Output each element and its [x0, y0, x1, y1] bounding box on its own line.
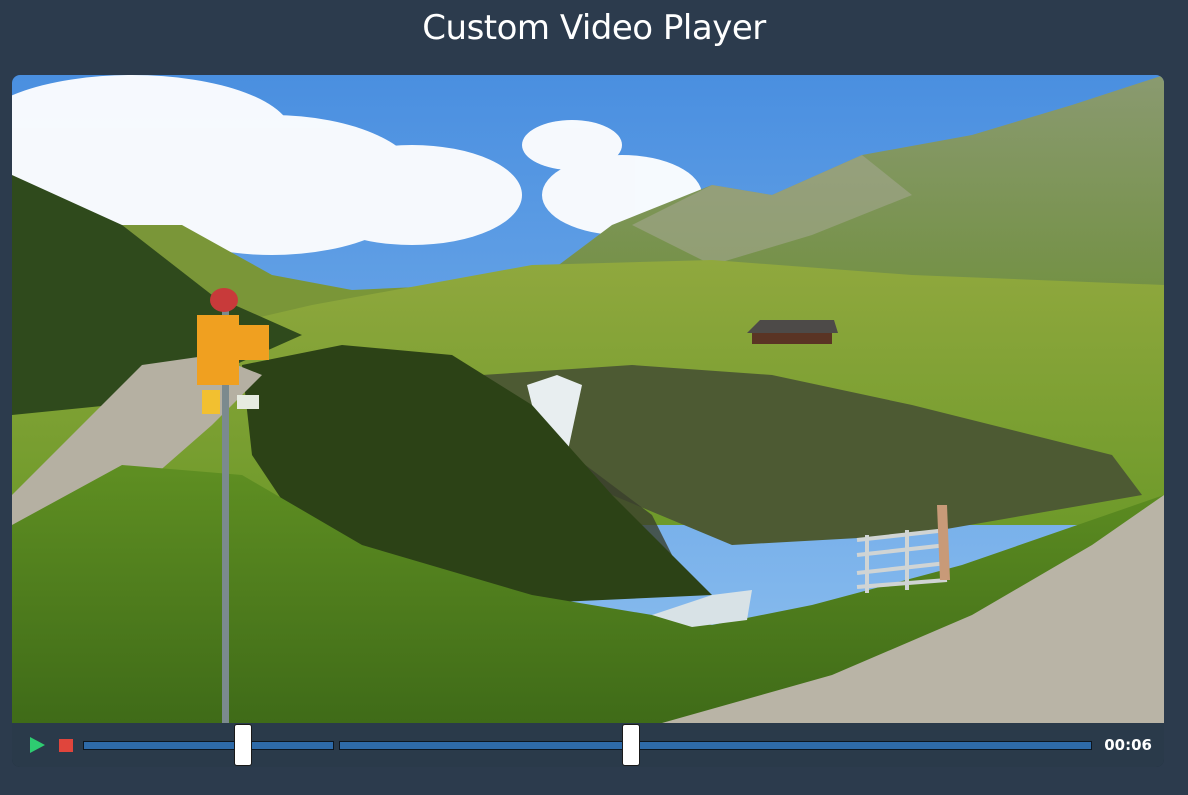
progress-slider-handle[interactable] — [234, 724, 252, 766]
stop-icon[interactable] — [59, 739, 73, 752]
volume-slider-handle[interactable] — [622, 724, 640, 766]
volume-track[interactable] — [339, 741, 1092, 750]
video-player: 00:06 — [12, 75, 1164, 767]
progress-track[interactable] — [83, 741, 334, 750]
time-display: 00:06 — [1104, 736, 1152, 754]
player-controls: 00:06 — [12, 723, 1164, 767]
play-icon[interactable] — [28, 736, 46, 754]
video-frame[interactable] — [12, 75, 1164, 723]
page-title: Custom Video Player — [422, 8, 766, 48]
